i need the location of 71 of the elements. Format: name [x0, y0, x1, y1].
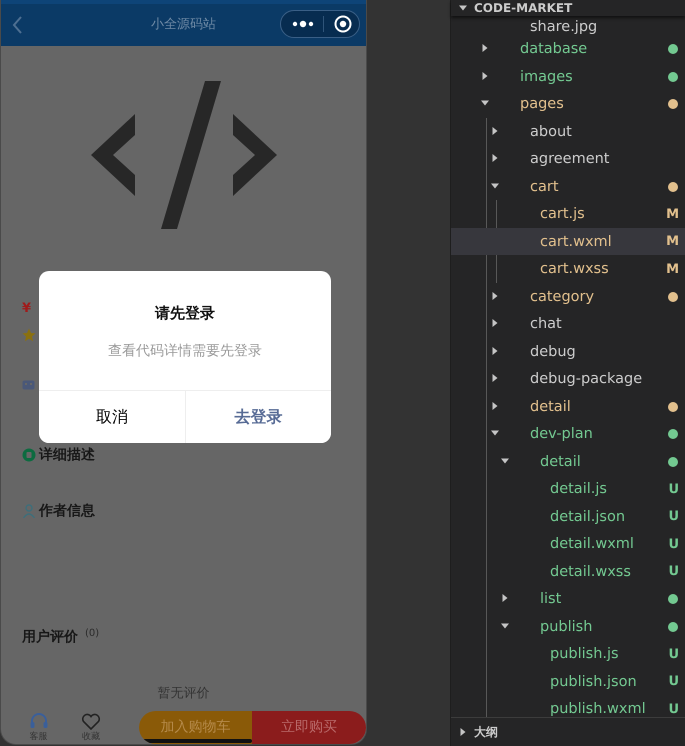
dialog-message: 查看代码详情需要先登录 — [107, 342, 263, 361]
folder-tree-item[interactable]: dev-plan — [451, 420, 685, 448]
git-status-label: U — [668, 674, 679, 689]
collapsed-caret-icon[interactable] — [491, 374, 499, 382]
folder-tree-item[interactable]: list — [451, 585, 685, 613]
file-tree-item[interactable]: publish.json U — [451, 668, 685, 696]
folder-tree-item[interactable]: debug — [451, 338, 685, 366]
folder-tree-item[interactable]: detail — [451, 448, 685, 476]
collapsed-caret-icon[interactable] — [481, 72, 489, 80]
file-tree-item[interactable]: publish.wxml U — [451, 695, 685, 717]
file-tree-item[interactable]: detail.wxss U — [451, 558, 685, 586]
folder-tree-item[interactable]: debug-package — [451, 365, 685, 393]
collapsed-caret-icon[interactable] — [459, 728, 467, 736]
file-tree-item[interactable]: detail.json U — [451, 502, 685, 530]
page-title: 小全源码站 — [151, 16, 216, 33]
folder-tree-item[interactable]: images — [451, 62, 685, 90]
collapsed-caret-icon[interactable] — [481, 44, 489, 52]
expanded-caret-icon[interactable] — [481, 99, 489, 108]
folder-tree-item[interactable]: about — [451, 118, 685, 146]
collapsed-caret-icon[interactable] — [491, 126, 499, 135]
section-title: 详细描述 — [39, 446, 95, 464]
expanded-caret-icon[interactable] — [459, 4, 467, 12]
git-status-label: U — [668, 646, 679, 662]
folder-tree-item[interactable]: cart — [451, 172, 685, 200]
outline-title[interactable]: 大纲 — [474, 724, 498, 740]
person-icon — [22, 504, 36, 518]
file-tree-item[interactable]: detail.js U — [451, 475, 685, 503]
file-tree-item[interactable]: share.jpg — [451, 16, 685, 36]
git-status-label: U — [668, 482, 679, 496]
git-status-label: M — [666, 234, 679, 249]
git-status-label: M — [666, 206, 679, 222]
expanded-caret-icon[interactable] — [491, 429, 499, 438]
folder-tree-item[interactable]: database — [451, 35, 685, 63]
collapsed-caret-icon[interactable] — [491, 154, 499, 162]
git-status-label: U — [668, 564, 679, 579]
price-symbol: ¥ — [22, 300, 32, 318]
folder-tree-item[interactable]: chat — [451, 310, 685, 338]
heart-icon[interactable] — [81, 712, 102, 730]
folder-tree-item[interactable]: publish — [451, 612, 685, 640]
collapsed-caret-icon[interactable] — [491, 346, 499, 355]
collapsed-caret-icon[interactable] — [501, 594, 509, 602]
review-count: (0) — [85, 628, 100, 639]
expanded-caret-icon[interactable] — [501, 456, 509, 465]
explorer-title[interactable]: CODE-MARKET — [474, 1, 572, 15]
expanded-caret-icon[interactable] — [501, 622, 509, 630]
expanded-caret-icon[interactable] — [491, 182, 499, 190]
file-tree-item[interactable]: publish.js U — [451, 640, 685, 668]
file-tree-item[interactable]: detail.wxml U — [451, 530, 685, 558]
document-icon — [22, 448, 36, 462]
close-icon[interactable] — [334, 15, 352, 33]
git-status-label: M — [666, 262, 679, 276]
folder-tree-item[interactable]: detail — [451, 392, 685, 420]
file-tree-item[interactable]: cart.wxss M — [451, 255, 685, 283]
collapsed-caret-icon[interactable] — [491, 402, 499, 410]
collapsed-caret-icon[interactable] — [491, 292, 499, 300]
star-icon — [22, 328, 36, 342]
git-status-label: U — [668, 536, 679, 552]
file-tree-item[interactable]: cart.wxml M — [451, 228, 685, 256]
collapsed-caret-icon[interactable] — [491, 319, 499, 328]
folder-tree-item[interactable]: category — [451, 282, 685, 310]
section-title: 作者信息 — [39, 502, 95, 520]
git-status-label: U — [668, 702, 679, 716]
folder-tree-item[interactable]: agreement — [451, 145, 685, 173]
folder-tree-item[interactable]: pages — [451, 90, 685, 118]
section-title: 用户评价 — [22, 628, 78, 646]
git-status-label: U — [668, 509, 679, 524]
file-tree-item[interactable]: cart.js M — [451, 200, 685, 228]
more-icon[interactable] — [292, 20, 314, 28]
dialog-title: 请先登录 — [154, 303, 216, 323]
confirm-button[interactable]: 去登录 — [184, 391, 331, 443]
monitor-icon — [22, 380, 35, 392]
